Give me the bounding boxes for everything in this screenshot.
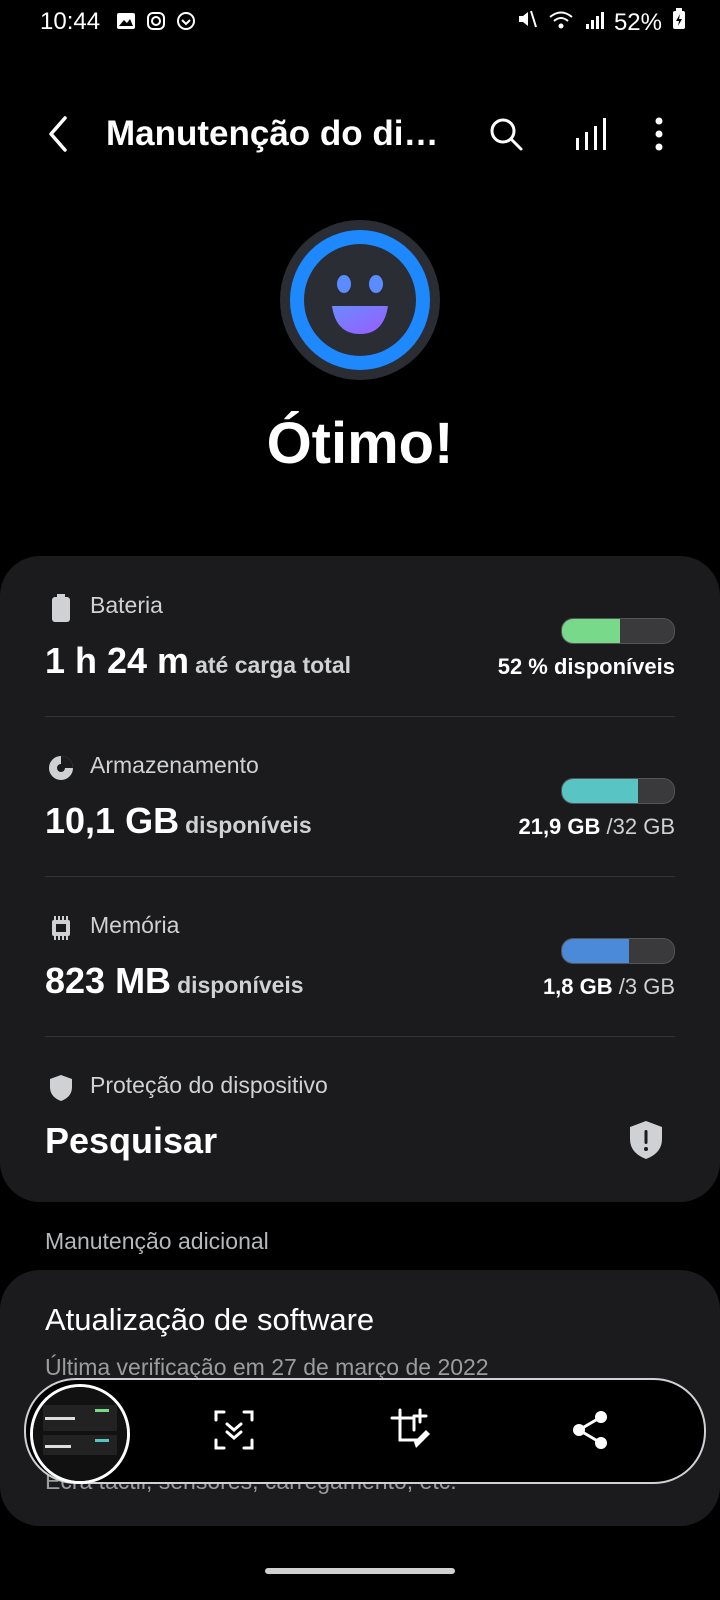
smiley-icon xyxy=(332,275,388,334)
memory-row[interactable]: Memória 823 MB disponíveis 1,8 GB /3 GB xyxy=(45,912,675,1042)
storage-free: 10,1 GB disponíveis xyxy=(45,800,312,841)
section-header: Manutenção adicional xyxy=(45,1228,269,1254)
battery-available: 52 % disponíveis xyxy=(497,654,675,679)
device-protection-row[interactable]: Proteção do dispositivo Pesquisar xyxy=(45,1072,675,1182)
memory-free-sub: disponíveis xyxy=(177,972,304,998)
status-bar: 10:44 52% xyxy=(0,0,720,44)
screenshot-thumbnail[interactable] xyxy=(30,1384,130,1484)
device-care-card: Bateria 1 h 24 m até carga total 52 % dis… xyxy=(0,556,720,1202)
page-title: Manutenção do di… xyxy=(106,114,439,153)
battery-level-fill xyxy=(562,619,621,643)
software-update-subtitle: Última verificação em 27 de março de 202… xyxy=(45,1354,489,1380)
storage-usage-bar xyxy=(561,778,675,804)
stats-button[interactable] xyxy=(562,106,618,162)
shield-icon xyxy=(45,1072,77,1104)
divider xyxy=(45,876,675,877)
search-icon xyxy=(490,118,523,151)
screenshot-toolbar xyxy=(24,1378,706,1484)
storage-used-total: 21,9 GB /32 GB xyxy=(518,814,675,839)
battery-percent: 52% xyxy=(613,8,662,36)
status-right: 52% xyxy=(516,8,686,37)
crop-edit-icon xyxy=(390,1408,430,1448)
storage-label: Armazenamento xyxy=(90,752,259,778)
storage-usage-fill xyxy=(562,779,639,803)
instagram-notification-icon xyxy=(146,11,166,36)
app-notification-icon xyxy=(176,11,196,36)
divider xyxy=(45,716,675,717)
thumbnail-preview-icon xyxy=(33,1387,127,1481)
software-update-title: Atualização de software xyxy=(45,1302,375,1337)
scroll-capture-icon xyxy=(214,1410,254,1450)
protection-scan: Pesquisar xyxy=(45,1120,218,1161)
share-button[interactable] xyxy=(562,1402,618,1458)
search-button[interactable] xyxy=(478,106,534,162)
battery-row[interactable]: Bateria 1 h 24 m até carga total 52 % dis… xyxy=(45,592,675,722)
back-arrow-icon xyxy=(49,116,67,152)
storage-free-sub: disponíveis xyxy=(185,812,312,838)
divider xyxy=(45,1036,675,1037)
protection-label: Proteção do dispositivo xyxy=(90,1072,328,1098)
storage-row[interactable]: Armazenamento 10,1 GB disponíveis 21,9 GB… xyxy=(45,752,675,882)
gallery-notification-icon xyxy=(116,12,136,35)
share-icon xyxy=(573,1411,607,1449)
status-time: 10:44 xyxy=(40,8,101,35)
memory-label: Memória xyxy=(90,912,180,938)
bar-chart-icon xyxy=(576,118,606,150)
storage-pie-icon xyxy=(45,752,77,784)
mute-icon xyxy=(516,8,538,37)
edit-crop-button[interactable] xyxy=(384,1402,440,1458)
scroll-capture-button[interactable] xyxy=(206,1402,262,1458)
gesture-nav-bar[interactable] xyxy=(265,1568,455,1574)
shield-warning-icon xyxy=(629,1120,663,1165)
status-smiley xyxy=(280,220,440,380)
memory-free: 823 MB disponíveis xyxy=(45,960,304,1001)
battery-label: Bateria xyxy=(90,592,163,618)
smiley-face xyxy=(304,244,416,356)
status-title: Ótimo! xyxy=(266,411,454,476)
battery-time: 1 h 24 m até carga total xyxy=(45,640,352,681)
wifi-icon xyxy=(548,9,574,37)
battery-level-bar xyxy=(561,618,675,644)
battery-charging-icon xyxy=(672,8,686,37)
battery-time-sub: até carga total xyxy=(195,652,352,678)
memory-chip-icon xyxy=(45,912,77,944)
memory-usage-bar xyxy=(561,938,675,964)
memory-usage-fill xyxy=(562,939,630,963)
more-vert-icon xyxy=(655,117,663,151)
smiley-ring xyxy=(290,230,430,370)
battery-icon xyxy=(45,592,77,624)
memory-used-total: 1,8 GB /3 GB xyxy=(542,974,675,999)
signal-icon xyxy=(584,9,604,37)
back-button[interactable] xyxy=(30,106,86,162)
app-bar: Manutenção do di… xyxy=(0,100,720,170)
more-options-button[interactable] xyxy=(631,106,687,162)
